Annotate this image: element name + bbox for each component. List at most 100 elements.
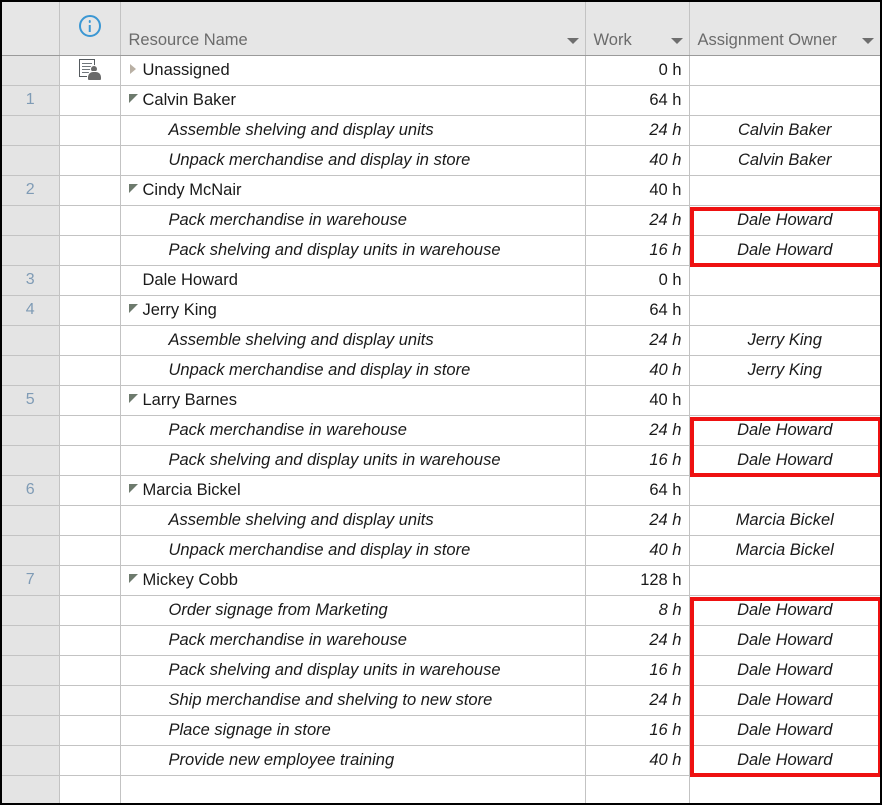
column-header-indicators[interactable] — [59, 2, 121, 56]
row-number[interactable] — [2, 55, 60, 86]
row-number[interactable] — [2, 655, 60, 686]
row-indicator-cell[interactable] — [59, 115, 121, 146]
table-row[interactable]: Pack shelving and display units in wareh… — [2, 235, 880, 266]
chevron-down-icon[interactable] — [566, 37, 579, 44]
row-indicator-cell[interactable] — [59, 325, 121, 356]
row-number[interactable] — [2, 505, 60, 536]
row-indicator-cell[interactable] — [59, 655, 121, 686]
work-value-cell[interactable] — [585, 775, 690, 803]
table-row[interactable]: 1 Calvin Baker 64 h — [2, 85, 880, 116]
table-row[interactable]: Assemble shelving and display units 24 hC… — [2, 115, 880, 146]
table-row[interactable]: Pack merchandise in warehouse 24 h Dale Ho… — [2, 205, 880, 236]
chevron-down-icon[interactable] — [862, 37, 874, 44]
collapse-triangle-icon[interactable] — [128, 573, 139, 584]
resource-name-cell[interactable]: Pack shelving and display units in wareh… — [120, 445, 586, 476]
work-value-cell[interactable]: 24 h — [585, 115, 690, 146]
resource-name-cell[interactable]: Marcia Bickel — [120, 475, 586, 506]
row-indicator-cell[interactable] — [59, 775, 121, 803]
resource-name-cell[interactable]: Unpack merchandise and display in store — [120, 145, 586, 176]
row-indicator-cell[interactable] — [59, 475, 121, 506]
resource-name-cell[interactable]: Dale Howard — [120, 265, 586, 296]
work-value-cell[interactable]: 40 h — [585, 145, 690, 176]
row-indicator-cell[interactable] — [59, 355, 121, 386]
resource-name-cell[interactable]: Unpack merchandise and display in store — [120, 535, 586, 566]
row-indicator-cell[interactable] — [59, 745, 121, 776]
work-value-cell[interactable]: 40 h — [585, 385, 690, 416]
column-header-resource-name[interactable]: Resource Name — [120, 2, 586, 56]
row-number[interactable] — [2, 535, 60, 566]
work-value-cell[interactable]: 40 h — [585, 535, 690, 566]
row-indicator-cell[interactable] — [59, 145, 121, 176]
resource-name-cell[interactable]: Jerry King — [120, 295, 586, 326]
work-value-cell[interactable]: 24 h — [585, 415, 690, 446]
work-value-cell[interactable]: 64 h — [585, 85, 690, 116]
row-number[interactable] — [2, 415, 60, 446]
table-row[interactable]: Place signage in store 16 h Dale Howard — [2, 715, 880, 746]
table-row[interactable]: Pack shelving and display units in wareh… — [2, 655, 880, 686]
assignment-owner-cell[interactable] — [689, 295, 880, 326]
assignment-owner-cell[interactable] — [689, 175, 880, 206]
row-number[interactable]: 4 — [2, 295, 60, 326]
row-indicator-cell[interactable] — [59, 385, 121, 416]
assignment-owner-cell[interactable] — [689, 265, 880, 296]
resource-name-cell[interactable]: Cindy McNair — [120, 175, 586, 206]
table-row[interactable]: 2 Cindy McNair 40 h — [2, 175, 880, 206]
resource-name-cell[interactable]: Pack merchandise in warehouse — [120, 205, 586, 236]
assignment-owner-cell[interactable]: Dale Howard — [689, 745, 880, 776]
table-row[interactable]: Unpack merchandise and display in store 4… — [2, 535, 880, 566]
row-indicator-cell[interactable] — [59, 205, 121, 236]
row-indicator-cell[interactable] — [59, 535, 121, 566]
row-number[interactable]: 5 — [2, 385, 60, 416]
row-indicator-cell[interactable] — [59, 685, 121, 716]
assignment-owner-cell[interactable]: Calvin Baker — [689, 115, 880, 146]
row-indicator-cell[interactable] — [59, 55, 121, 86]
table-row[interactable]: Assemble shelving and display units 24 hM… — [2, 505, 880, 536]
collapse-triangle-icon[interactable] — [128, 183, 139, 194]
table-row[interactable]: Pack merchandise in warehouse 24 h Dale Ho… — [2, 625, 880, 656]
resource-name-cell[interactable]: Ship merchandise and shelving to new sto… — [120, 685, 586, 716]
work-value-cell[interactable]: 24 h — [585, 685, 690, 716]
expand-triangle-icon[interactable] — [129, 63, 139, 74]
resource-name-cell[interactable]: Provide new employee training — [120, 745, 586, 776]
collapse-triangle-icon[interactable] — [128, 393, 139, 404]
row-indicator-cell[interactable] — [59, 715, 121, 746]
collapse-triangle-icon[interactable] — [128, 303, 139, 314]
row-number[interactable] — [2, 445, 60, 476]
assignment-owner-cell[interactable]: Dale Howard — [689, 685, 880, 716]
assignment-owner-cell[interactable] — [689, 775, 880, 803]
assignment-owner-cell[interactable]: Calvin Baker — [689, 145, 880, 176]
assignment-owner-cell[interactable]: Dale Howard — [689, 595, 880, 626]
table-row[interactable]: 5 Larry Barnes 40 h — [2, 385, 880, 416]
assignment-owner-cell[interactable] — [689, 385, 880, 416]
table-row[interactable]: Unassigned 0 h — [2, 55, 880, 86]
row-number[interactable]: 6 — [2, 475, 60, 506]
resource-name-cell[interactable]: Order signage from Marketing — [120, 595, 586, 626]
work-value-cell[interactable]: 40 h — [585, 175, 690, 206]
resource-name-cell[interactable]: Unpack merchandise and display in store — [120, 355, 586, 386]
column-header-assignment-owner[interactable]: Assignment Owner — [689, 2, 880, 56]
table-row[interactable]: Pack merchandise in warehouse 24 h Dale Ho… — [2, 415, 880, 446]
work-value-cell[interactable]: 40 h — [585, 355, 690, 386]
row-indicator-cell[interactable] — [59, 595, 121, 626]
assignment-owner-cell[interactable]: Dale Howard — [689, 715, 880, 746]
table-row[interactable]: Order signage from Marketing 8 h Dale Howa… — [2, 595, 880, 626]
assignment-owner-cell[interactable]: Jerry King — [689, 325, 880, 356]
assignment-owner-cell[interactable] — [689, 85, 880, 116]
row-number[interactable] — [2, 685, 60, 716]
resource-name-cell[interactable]: Mickey Cobb — [120, 565, 586, 596]
resource-name-cell[interactable]: Assemble shelving and display units — [120, 505, 586, 536]
table-row[interactable]: Ship merchandise and shelving to new sto… — [2, 685, 880, 716]
work-value-cell[interactable]: 24 h — [585, 205, 690, 236]
table-row[interactable] — [2, 775, 880, 803]
row-indicator-cell[interactable] — [59, 565, 121, 596]
resource-name-cell[interactable]: Calvin Baker — [120, 85, 586, 116]
row-indicator-cell[interactable] — [59, 235, 121, 266]
row-number[interactable] — [2, 325, 60, 356]
assignment-owner-cell[interactable]: Dale Howard — [689, 655, 880, 686]
row-number[interactable] — [2, 205, 60, 236]
work-value-cell[interactable]: 0 h — [585, 55, 690, 86]
row-indicator-cell[interactable] — [59, 625, 121, 656]
row-number[interactable] — [2, 595, 60, 626]
work-value-cell[interactable]: 16 h — [585, 655, 690, 686]
row-indicator-cell[interactable] — [59, 415, 121, 446]
